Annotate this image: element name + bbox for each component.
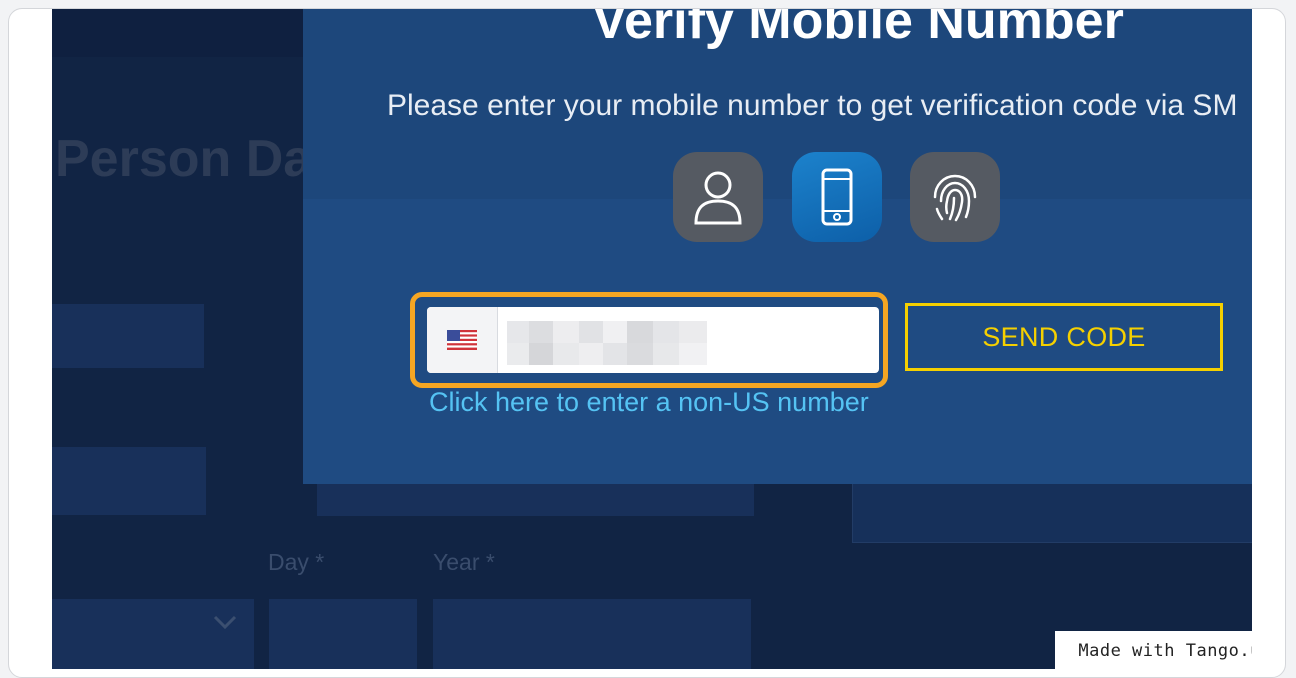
modal-subtitle: Please enter your mobile number to get v… <box>387 89 1238 122</box>
day-label: Day * <box>268 549 325 575</box>
modal-title: Verify Mobile Number <box>592 9 1124 50</box>
tango-watermark: Made with Tango.us <box>1055 631 1252 669</box>
country-selector[interactable] <box>427 307 498 373</box>
step-biometric <box>910 152 1000 242</box>
person-icon <box>694 171 742 225</box>
app-viewport: Person Da Day * Year * Verify Mobile Num… <box>52 9 1252 669</box>
masked-phone-value <box>507 321 707 365</box>
phone-number-input[interactable] <box>427 307 879 373</box>
background-field <box>52 304 204 368</box>
send-code-button[interactable]: SEND CODE <box>905 303 1223 371</box>
fingerprint-icon <box>933 174 977 222</box>
background-page-title: Person Da <box>55 130 313 188</box>
year-label: Year * <box>433 549 495 575</box>
day-select <box>269 599 417 669</box>
chevron-down-icon <box>213 615 237 630</box>
year-select <box>433 599 751 669</box>
screenshot-frame: Person Da Day * Year * Verify Mobile Num… <box>8 8 1286 678</box>
step-identity <box>673 152 763 242</box>
background-field <box>317 484 754 516</box>
phone-icon <box>821 168 853 226</box>
verify-mobile-modal: Verify Mobile Number Please enter your m… <box>303 9 1252 484</box>
phone-field-highlight <box>410 292 888 388</box>
non-us-number-link[interactable]: Click here to enter a non-US number <box>429 387 869 418</box>
background-panel <box>852 479 1252 543</box>
us-flag-icon <box>447 330 477 350</box>
background-field <box>52 447 206 515</box>
step-mobile <box>792 152 882 242</box>
